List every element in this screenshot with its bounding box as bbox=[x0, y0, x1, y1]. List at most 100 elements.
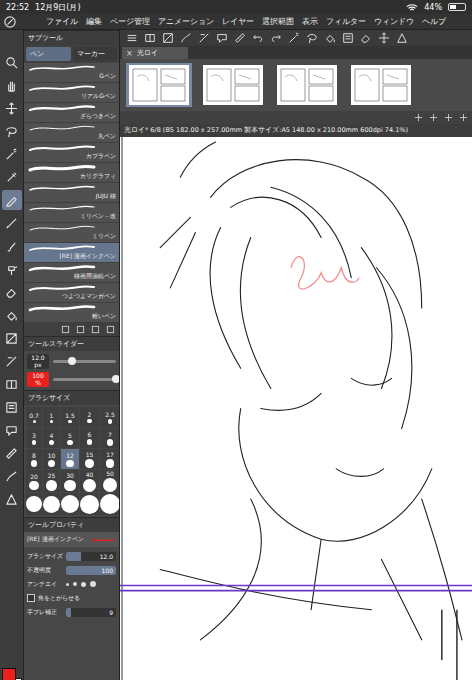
page-thumbnail[interactable] bbox=[200, 63, 266, 107]
menu-item[interactable]: ファイル bbox=[46, 17, 78, 27]
tool-button[interactable] bbox=[2, 236, 22, 256]
brush-size-item[interactable]: 2.5 bbox=[100, 407, 120, 427]
brush-item[interactable]: JUJU 線 bbox=[24, 183, 119, 203]
brush-size-item[interactable]: 10 bbox=[43, 449, 60, 469]
property-slider[interactable]: 12.0 bbox=[66, 552, 116, 561]
brush-size-item[interactable] bbox=[61, 493, 79, 515]
wand-icon[interactable] bbox=[288, 32, 300, 44]
opacity-slider[interactable] bbox=[53, 378, 116, 381]
canvas[interactable] bbox=[120, 137, 472, 680]
brush-size-item[interactable]: 50 bbox=[100, 470, 120, 492]
panel-action-icon[interactable] bbox=[61, 325, 70, 334]
brush-size-item[interactable] bbox=[43, 493, 60, 515]
menu-item[interactable]: ページ管理 bbox=[110, 17, 150, 27]
tool-button[interactable] bbox=[2, 190, 22, 210]
page-thumbnail[interactable] bbox=[348, 63, 414, 107]
tool-button[interactable] bbox=[2, 374, 22, 394]
menu-item[interactable]: レイヤー bbox=[222, 17, 254, 27]
brush-item[interactable]: ミリペン - 改 bbox=[24, 203, 119, 223]
property-slider[interactable]: 100 bbox=[66, 566, 116, 575]
app-logo-icon[interactable] bbox=[4, 16, 16, 28]
property-slider[interactable]: 9 bbox=[66, 608, 116, 617]
tool-button[interactable] bbox=[2, 75, 22, 95]
tool-button[interactable] bbox=[2, 98, 22, 118]
tool-button[interactable] bbox=[2, 167, 22, 187]
page-action-icon[interactable] bbox=[429, 113, 438, 122]
tool-button[interactable] bbox=[2, 121, 22, 141]
tool-button[interactable] bbox=[2, 351, 22, 371]
menu-icon[interactable] bbox=[126, 32, 138, 44]
menu-item[interactable]: 編集 bbox=[86, 17, 102, 27]
brush-size-item[interactable]: 25 bbox=[43, 470, 60, 492]
tool-button[interactable] bbox=[2, 443, 22, 463]
antialias-choice[interactable] bbox=[66, 581, 96, 587]
tool-button[interactable] bbox=[2, 489, 22, 509]
brush-size-item[interactable]: 6 bbox=[80, 428, 99, 448]
brush-item[interactable]: 線画用油絵ペン bbox=[24, 263, 119, 283]
brush-item[interactable]: 粗いペン bbox=[24, 303, 119, 323]
gradient-icon[interactable] bbox=[162, 32, 174, 44]
brush-size-item[interactable]: 20 bbox=[26, 470, 42, 492]
panel-action-icon[interactable] bbox=[91, 325, 100, 334]
menu-item[interactable]: アニメーション bbox=[158, 17, 214, 27]
menu-item[interactable]: ヘルプ bbox=[422, 17, 446, 27]
frame-icon[interactable] bbox=[144, 32, 156, 44]
menu-item[interactable]: ウィンドウ bbox=[374, 17, 414, 27]
tool-button[interactable] bbox=[2, 213, 22, 233]
brush-item[interactable]: ざらつきペン bbox=[24, 103, 119, 123]
size-slider[interactable] bbox=[53, 360, 116, 363]
brush-size-item[interactable]: 2 bbox=[80, 407, 99, 427]
panel-action-icon[interactable] bbox=[106, 325, 115, 334]
brush-item[interactable]: つよつよマンガペン bbox=[24, 283, 119, 303]
brush-size-item[interactable] bbox=[100, 493, 120, 515]
eraser-icon[interactable] bbox=[360, 32, 372, 44]
menu-item[interactable]: フィルター bbox=[326, 17, 366, 27]
fill-icon[interactable] bbox=[324, 32, 336, 44]
main-color[interactable] bbox=[2, 668, 16, 680]
page-action-icon[interactable] bbox=[459, 113, 468, 122]
panel-action-icon[interactable] bbox=[76, 325, 85, 334]
brush-size-item[interactable]: 3 bbox=[26, 428, 42, 448]
brush-size-item[interactable]: 4 bbox=[43, 428, 60, 448]
menu-item[interactable]: 表示 bbox=[302, 17, 318, 27]
figure-icon[interactable] bbox=[396, 32, 408, 44]
brush-size-item[interactable]: 7 bbox=[100, 428, 120, 448]
brush-size-item[interactable]: 1 bbox=[43, 407, 60, 427]
brush-size-item[interactable] bbox=[26, 493, 42, 515]
page-action-icon[interactable] bbox=[414, 113, 423, 122]
lasso-icon[interactable] bbox=[306, 32, 318, 44]
brush-size-item[interactable]: 0.7 bbox=[26, 407, 42, 427]
brush-size-item[interactable]: 12 bbox=[61, 449, 79, 469]
page-action-icon[interactable] bbox=[444, 113, 453, 122]
close-button[interactable]: × bbox=[126, 49, 133, 58]
tool-button[interactable] bbox=[2, 420, 22, 440]
document-tab[interactable]: ×光ロイ bbox=[122, 47, 188, 59]
brush-size-item[interactable]: 17 bbox=[100, 449, 120, 469]
shape-icon[interactable] bbox=[198, 32, 210, 44]
redo-icon[interactable] bbox=[270, 32, 282, 44]
checkbox[interactable] bbox=[27, 594, 35, 602]
textbox-icon[interactable] bbox=[342, 32, 354, 44]
tool-button[interactable] bbox=[2, 466, 22, 486]
brush-item[interactable]: ミリペン bbox=[24, 223, 119, 243]
tool-button[interactable] bbox=[2, 328, 22, 348]
brush-size-item[interactable]: 30 bbox=[61, 470, 79, 492]
balloon-icon[interactable] bbox=[216, 32, 228, 44]
page-thumbnail[interactable] bbox=[126, 63, 192, 107]
brush-item[interactable]: [RE] 漫画インクペン bbox=[24, 243, 119, 263]
brush-size-item[interactable]: 1.5 bbox=[61, 407, 79, 427]
move-icon[interactable] bbox=[378, 32, 390, 44]
brush-size-item[interactable]: 5 bbox=[61, 428, 79, 448]
brush-size-item[interactable] bbox=[80, 493, 99, 515]
menu-item[interactable]: 選択範囲 bbox=[262, 17, 294, 27]
tool-button[interactable] bbox=[2, 397, 22, 417]
subtool-tab[interactable]: マーカー bbox=[73, 47, 118, 61]
brush-size-item[interactable]: 15 bbox=[80, 449, 99, 469]
brush-item[interactable]: 丸ペン bbox=[24, 123, 119, 143]
tool-button[interactable] bbox=[2, 305, 22, 325]
brush-item[interactable]: リアルGペン bbox=[24, 83, 119, 103]
brush-item[interactable]: カブラペン bbox=[24, 143, 119, 163]
brush-item[interactable]: カリグラフィ bbox=[24, 163, 119, 183]
tool-button[interactable] bbox=[2, 144, 22, 164]
color-swatches[interactable] bbox=[2, 668, 22, 680]
